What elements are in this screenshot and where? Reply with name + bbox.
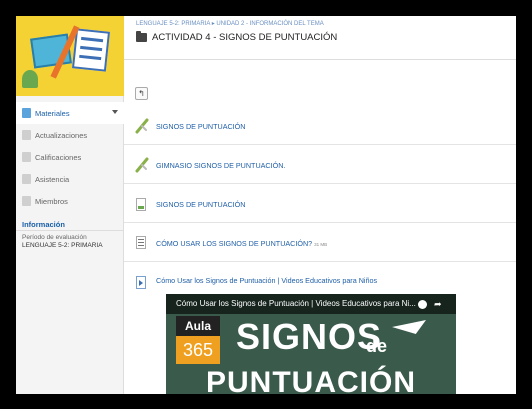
sidebar-item-materiales[interactable]: Materiales <box>16 102 124 124</box>
share-icon[interactable]: ➦ <box>434 299 442 310</box>
paper-plane-icon <box>392 320 426 334</box>
grades-icon <box>22 152 31 162</box>
video-title-bar: Cómo Usar los Signos de Puntuación | Vid… <box>166 294 456 314</box>
file-size: 31 MB <box>314 242 328 247</box>
period-label: Período de evaluación <box>22 234 87 241</box>
chevron-down-icon[interactable] <box>112 110 118 114</box>
material-row[interactable]: SIGNOS DE PUNTUACIÓN <box>124 108 516 145</box>
aula-number: 365 <box>176 336 220 364</box>
material-link[interactable]: GIMNASIO SIGNOS DE PUNTUACIÓN. <box>156 161 285 170</box>
aula-label: Aula <box>176 316 220 336</box>
folder-icon <box>136 31 147 42</box>
sidebar-item-label: Materiales <box>35 108 70 118</box>
info-heading: Información <box>22 220 65 229</box>
material-row[interactable]: CÓMO USAR LOS SIGNOS DE PUNTUACIÓN? 31 MB <box>124 225 516 262</box>
app-window: Materiales Actualizaciones Calificacione… <box>16 16 516 394</box>
sidebar-item-actualizaciones[interactable]: Actualizaciones <box>16 124 124 146</box>
course-banner-image <box>16 16 124 96</box>
file-icon <box>136 236 146 249</box>
aula365-logo: Aula 365 <box>176 316 220 364</box>
page-header: LENGUAJE 5-2: PRIMARIA ▸ UNIDAD 2 - INFO… <box>124 16 516 60</box>
sidebar-item-label: Calificaciones <box>35 152 82 162</box>
book-icon <box>72 28 110 72</box>
link-icon <box>135 157 149 173</box>
updates-icon <box>22 130 31 140</box>
sidebar-item-label: Asistencia <box>35 174 70 184</box>
screenshot-frame: Materiales Actualizaciones Calificacione… <box>6 6 526 403</box>
breadcrumb[interactable]: LENGUAJE 5-2: PRIMARIA ▸ UNIDAD 2 - INFO… <box>136 20 324 27</box>
material-link[interactable]: Cómo Usar los Signos de Puntuación | Vid… <box>156 276 377 285</box>
sidebar-item-calificaciones[interactable]: Calificaciones <box>16 146 124 168</box>
sidebar-item-label: Miembros <box>35 196 68 206</box>
material-row[interactable]: GIMNASIO SIGNOS DE PUNTUACIÓN. <box>124 147 516 184</box>
divider <box>16 230 124 231</box>
left-sidebar: Materiales Actualizaciones Calificacione… <box>16 16 124 394</box>
grading-period: Período de evaluación LENGUAJE 5-2: PRIM… <box>22 234 103 250</box>
document-icon <box>136 198 146 211</box>
sidebar-item-asistencia[interactable]: Asistencia <box>16 168 124 190</box>
materials-icon <box>22 108 31 118</box>
sidebar-item-label: Actualizaciones <box>35 130 88 140</box>
material-link[interactable]: CÓMO USAR LOS SIGNOS DE PUNTUACIÓN? 31 MB <box>156 239 327 248</box>
attendance-icon <box>22 174 31 184</box>
back-button[interactable]: ↰ <box>135 87 148 100</box>
members-icon <box>22 196 31 206</box>
video-player[interactable]: Aula 365 SIGNOS de PUNTUACIÓN Cómo Usar … <box>166 294 456 394</box>
watch-later-icon[interactable] <box>418 300 427 309</box>
material-title: CÓMO USAR LOS SIGNOS DE PUNTUACIÓN? <box>156 239 313 248</box>
material-row[interactable]: SIGNOS DE PUNTUACIÓN <box>124 186 516 223</box>
plant-icon <box>22 70 38 88</box>
sidebar-item-miembros[interactable]: Miembros <box>16 190 124 212</box>
material-link[interactable]: SIGNOS DE PUNTUACIÓN <box>156 122 245 131</box>
video-icon <box>136 276 146 289</box>
period-value: LENGUAJE 5-2: PRIMARIA <box>22 242 103 249</box>
material-link[interactable]: SIGNOS DE PUNTUACIÓN <box>156 200 245 209</box>
thumbnail-title: SIGNOS <box>236 316 383 357</box>
thumbnail-subtitle: PUNTUACIÓN <box>206 366 416 394</box>
video-title[interactable]: Cómo Usar los Signos de Puntuación | Vid… <box>176 299 416 308</box>
link-icon <box>135 118 149 134</box>
thumbnail-de: de <box>366 336 388 356</box>
page-title: ACTIVIDAD 4 - SIGNOS DE PUNTUACIÓN <box>152 32 338 43</box>
